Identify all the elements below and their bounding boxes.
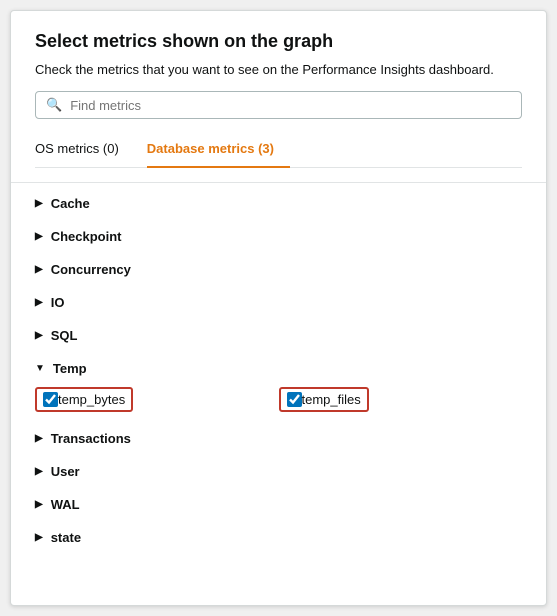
concurrency-label: Concurrency xyxy=(51,262,131,277)
modal-title: Select metrics shown on the graph xyxy=(35,31,522,52)
metric-group-temp-header[interactable]: Temp xyxy=(35,356,522,381)
temp-bytes-wrapper: temp_bytes xyxy=(35,387,133,412)
metric-group-wal: WAL xyxy=(35,488,522,521)
metric-group-user-header[interactable]: User xyxy=(35,459,522,484)
metric-group-wal-header[interactable]: WAL xyxy=(35,492,522,517)
divider xyxy=(11,182,546,183)
checkpoint-label: Checkpoint xyxy=(51,229,122,244)
sql-expand-icon xyxy=(35,330,43,341)
temp-files-label: temp_files xyxy=(302,392,361,407)
temp-expand-icon xyxy=(35,363,45,374)
metric-group-io: IO xyxy=(35,286,522,319)
metric-group-state-header[interactable]: state xyxy=(35,525,522,550)
user-label: User xyxy=(51,464,80,479)
metric-group-transactions: Transactions xyxy=(35,422,522,455)
temp-bytes-label: temp_bytes xyxy=(58,392,125,407)
wal-label: WAL xyxy=(51,497,80,512)
metric-group-cache-header[interactable]: Cache xyxy=(35,191,522,216)
state-label: state xyxy=(51,530,81,545)
cache-expand-icon xyxy=(35,198,43,209)
metric-group-state: state xyxy=(35,521,522,554)
io-expand-icon xyxy=(35,297,43,308)
sql-label: SQL xyxy=(51,328,78,343)
metric-group-sql: SQL xyxy=(35,319,522,352)
temp-bytes-checkbox[interactable] xyxy=(43,392,58,407)
metric-group-temp: Temp temp_bytes temp_files xyxy=(35,352,522,422)
metric-group-cache: Cache xyxy=(35,187,522,220)
temp-metrics-row: temp_bytes temp_files xyxy=(35,381,522,418)
concurrency-expand-icon xyxy=(35,264,43,275)
metric-group-concurrency: Concurrency xyxy=(35,253,522,286)
select-metrics-modal: Select metrics shown on the graph Check … xyxy=(10,10,547,606)
tabs-container: OS metrics (0) Database metrics (3) xyxy=(35,133,522,168)
transactions-expand-icon xyxy=(35,433,43,444)
search-box: 🔍 xyxy=(35,91,522,119)
search-input[interactable] xyxy=(70,98,511,113)
state-expand-icon xyxy=(35,532,43,543)
cache-label: Cache xyxy=(51,196,90,211)
temp-files-checkbox[interactable] xyxy=(287,392,302,407)
metric-group-concurrency-header[interactable]: Concurrency xyxy=(35,257,522,282)
modal-subtitle: Check the metrics that you want to see o… xyxy=(35,62,522,77)
temp-files-wrapper: temp_files xyxy=(279,387,369,412)
checkpoint-expand-icon xyxy=(35,231,43,242)
metric-group-sql-header[interactable]: SQL xyxy=(35,323,522,348)
tab-database-metrics[interactable]: Database metrics (3) xyxy=(147,133,290,168)
temp-bytes-item: temp_bytes xyxy=(35,387,279,412)
metric-groups-list: Cache Checkpoint Concurrency IO xyxy=(35,187,522,554)
wal-expand-icon xyxy=(35,499,43,510)
search-icon: 🔍 xyxy=(46,97,62,113)
temp-files-item: temp_files xyxy=(279,387,523,412)
temp-label: Temp xyxy=(53,361,87,376)
metric-group-checkpoint: Checkpoint xyxy=(35,220,522,253)
metric-group-io-header[interactable]: IO xyxy=(35,290,522,315)
tab-os-metrics[interactable]: OS metrics (0) xyxy=(35,133,135,168)
transactions-label: Transactions xyxy=(51,431,131,446)
user-expand-icon xyxy=(35,466,43,477)
metric-group-transactions-header[interactable]: Transactions xyxy=(35,426,522,451)
metric-group-user: User xyxy=(35,455,522,488)
io-label: IO xyxy=(51,295,65,310)
metric-group-checkpoint-header[interactable]: Checkpoint xyxy=(35,224,522,249)
